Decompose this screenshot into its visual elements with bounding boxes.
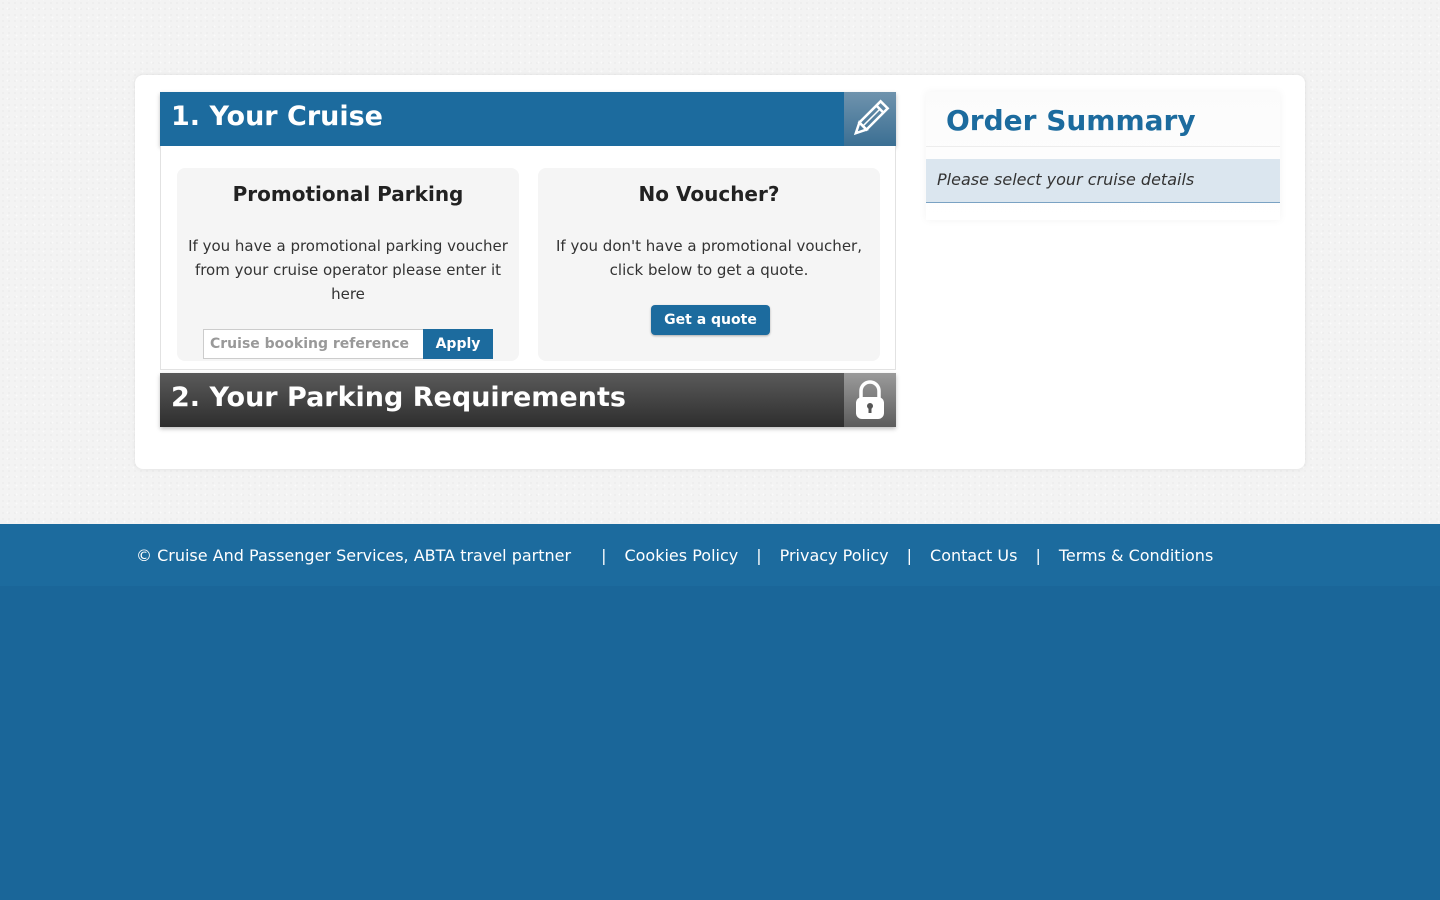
cookies-policy-link[interactable]: Cookies Policy xyxy=(624,546,738,565)
promotional-parking-text: If you have a promotional parking vouche… xyxy=(188,237,508,303)
footer-copyright: © Cruise And Passenger Services, ABTA tr… xyxy=(136,545,572,565)
promotional-parking-panel: Promotional Parking If you have a promot… xyxy=(177,168,519,361)
privacy-policy-link[interactable]: Privacy Policy xyxy=(780,546,889,565)
apply-button[interactable]: Apply xyxy=(423,329,493,359)
locked-indicator xyxy=(844,373,896,427)
footer-separator: | xyxy=(756,545,762,565)
step-2-title: 2. Your Parking Requirements xyxy=(171,382,626,413)
footer-separator: | xyxy=(601,545,607,565)
footer: © Cruise And Passenger Services, ABTA tr… xyxy=(0,524,1440,586)
terms-conditions-link[interactable]: Terms & Conditions xyxy=(1059,546,1213,565)
no-voucher-panel: No Voucher? If you don't have a promotio… xyxy=(538,168,880,361)
contact-us-link[interactable]: Contact Us xyxy=(930,546,1017,565)
get-quote-button[interactable]: Get a quote xyxy=(651,305,770,335)
edit-button[interactable] xyxy=(844,92,896,146)
footer-separator: | xyxy=(1035,545,1041,565)
promotional-parking-heading: Promotional Parking xyxy=(232,182,464,206)
booking-reference-input[interactable] xyxy=(203,329,423,359)
no-voucher-text: If you don't have a promotional voucher,… xyxy=(556,237,862,279)
no-voucher-heading: No Voucher? xyxy=(638,182,780,206)
step-1-body: Promotional Parking If you have a promot… xyxy=(160,146,896,370)
step-1-header[interactable]: 1. Your Cruise xyxy=(160,92,896,146)
order-summary-notice: Please select your cruise details xyxy=(926,159,1280,203)
step-1-title: 1. Your Cruise xyxy=(171,101,383,132)
voucher-form: Apply xyxy=(203,329,493,359)
booking-card: 1. Your Cruise Promotional Parking If yo… xyxy=(135,75,1305,469)
lock-icon xyxy=(856,380,884,419)
footer-separator: | xyxy=(906,545,913,565)
order-summary: Order Summary Please select your cruise … xyxy=(926,92,1280,220)
order-summary-title: Order Summary xyxy=(926,92,1280,147)
step-2-header: 2. Your Parking Requirements xyxy=(160,373,896,427)
pencil-icon xyxy=(853,99,890,136)
